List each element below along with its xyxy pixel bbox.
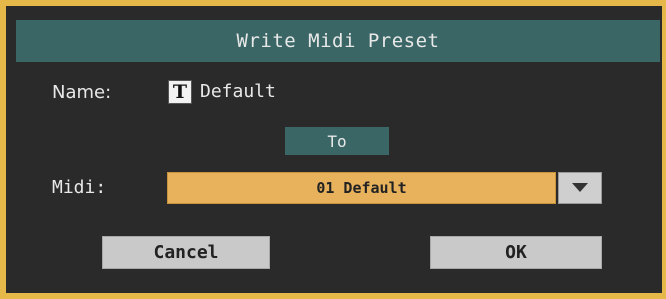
midi-label: Midi: — [52, 177, 107, 198]
midi-dropdown-button[interactable] — [558, 172, 602, 204]
chevron-down-icon — [572, 183, 588, 192]
ok-button[interactable]: OK — [430, 236, 602, 269]
text-edit-icon[interactable]: T — [168, 80, 192, 104]
to-label: To — [285, 127, 389, 155]
dialog-title: Write Midi Preset — [16, 20, 660, 62]
dialog-frame: Write Midi Preset Name: T Default To Mid… — [0, 0, 666, 299]
midi-preset-select[interactable]: 01 Default — [167, 172, 556, 204]
cancel-button[interactable]: Cancel — [102, 236, 270, 269]
name-value: Default — [200, 81, 276, 102]
name-label: Name: — [52, 82, 112, 103]
